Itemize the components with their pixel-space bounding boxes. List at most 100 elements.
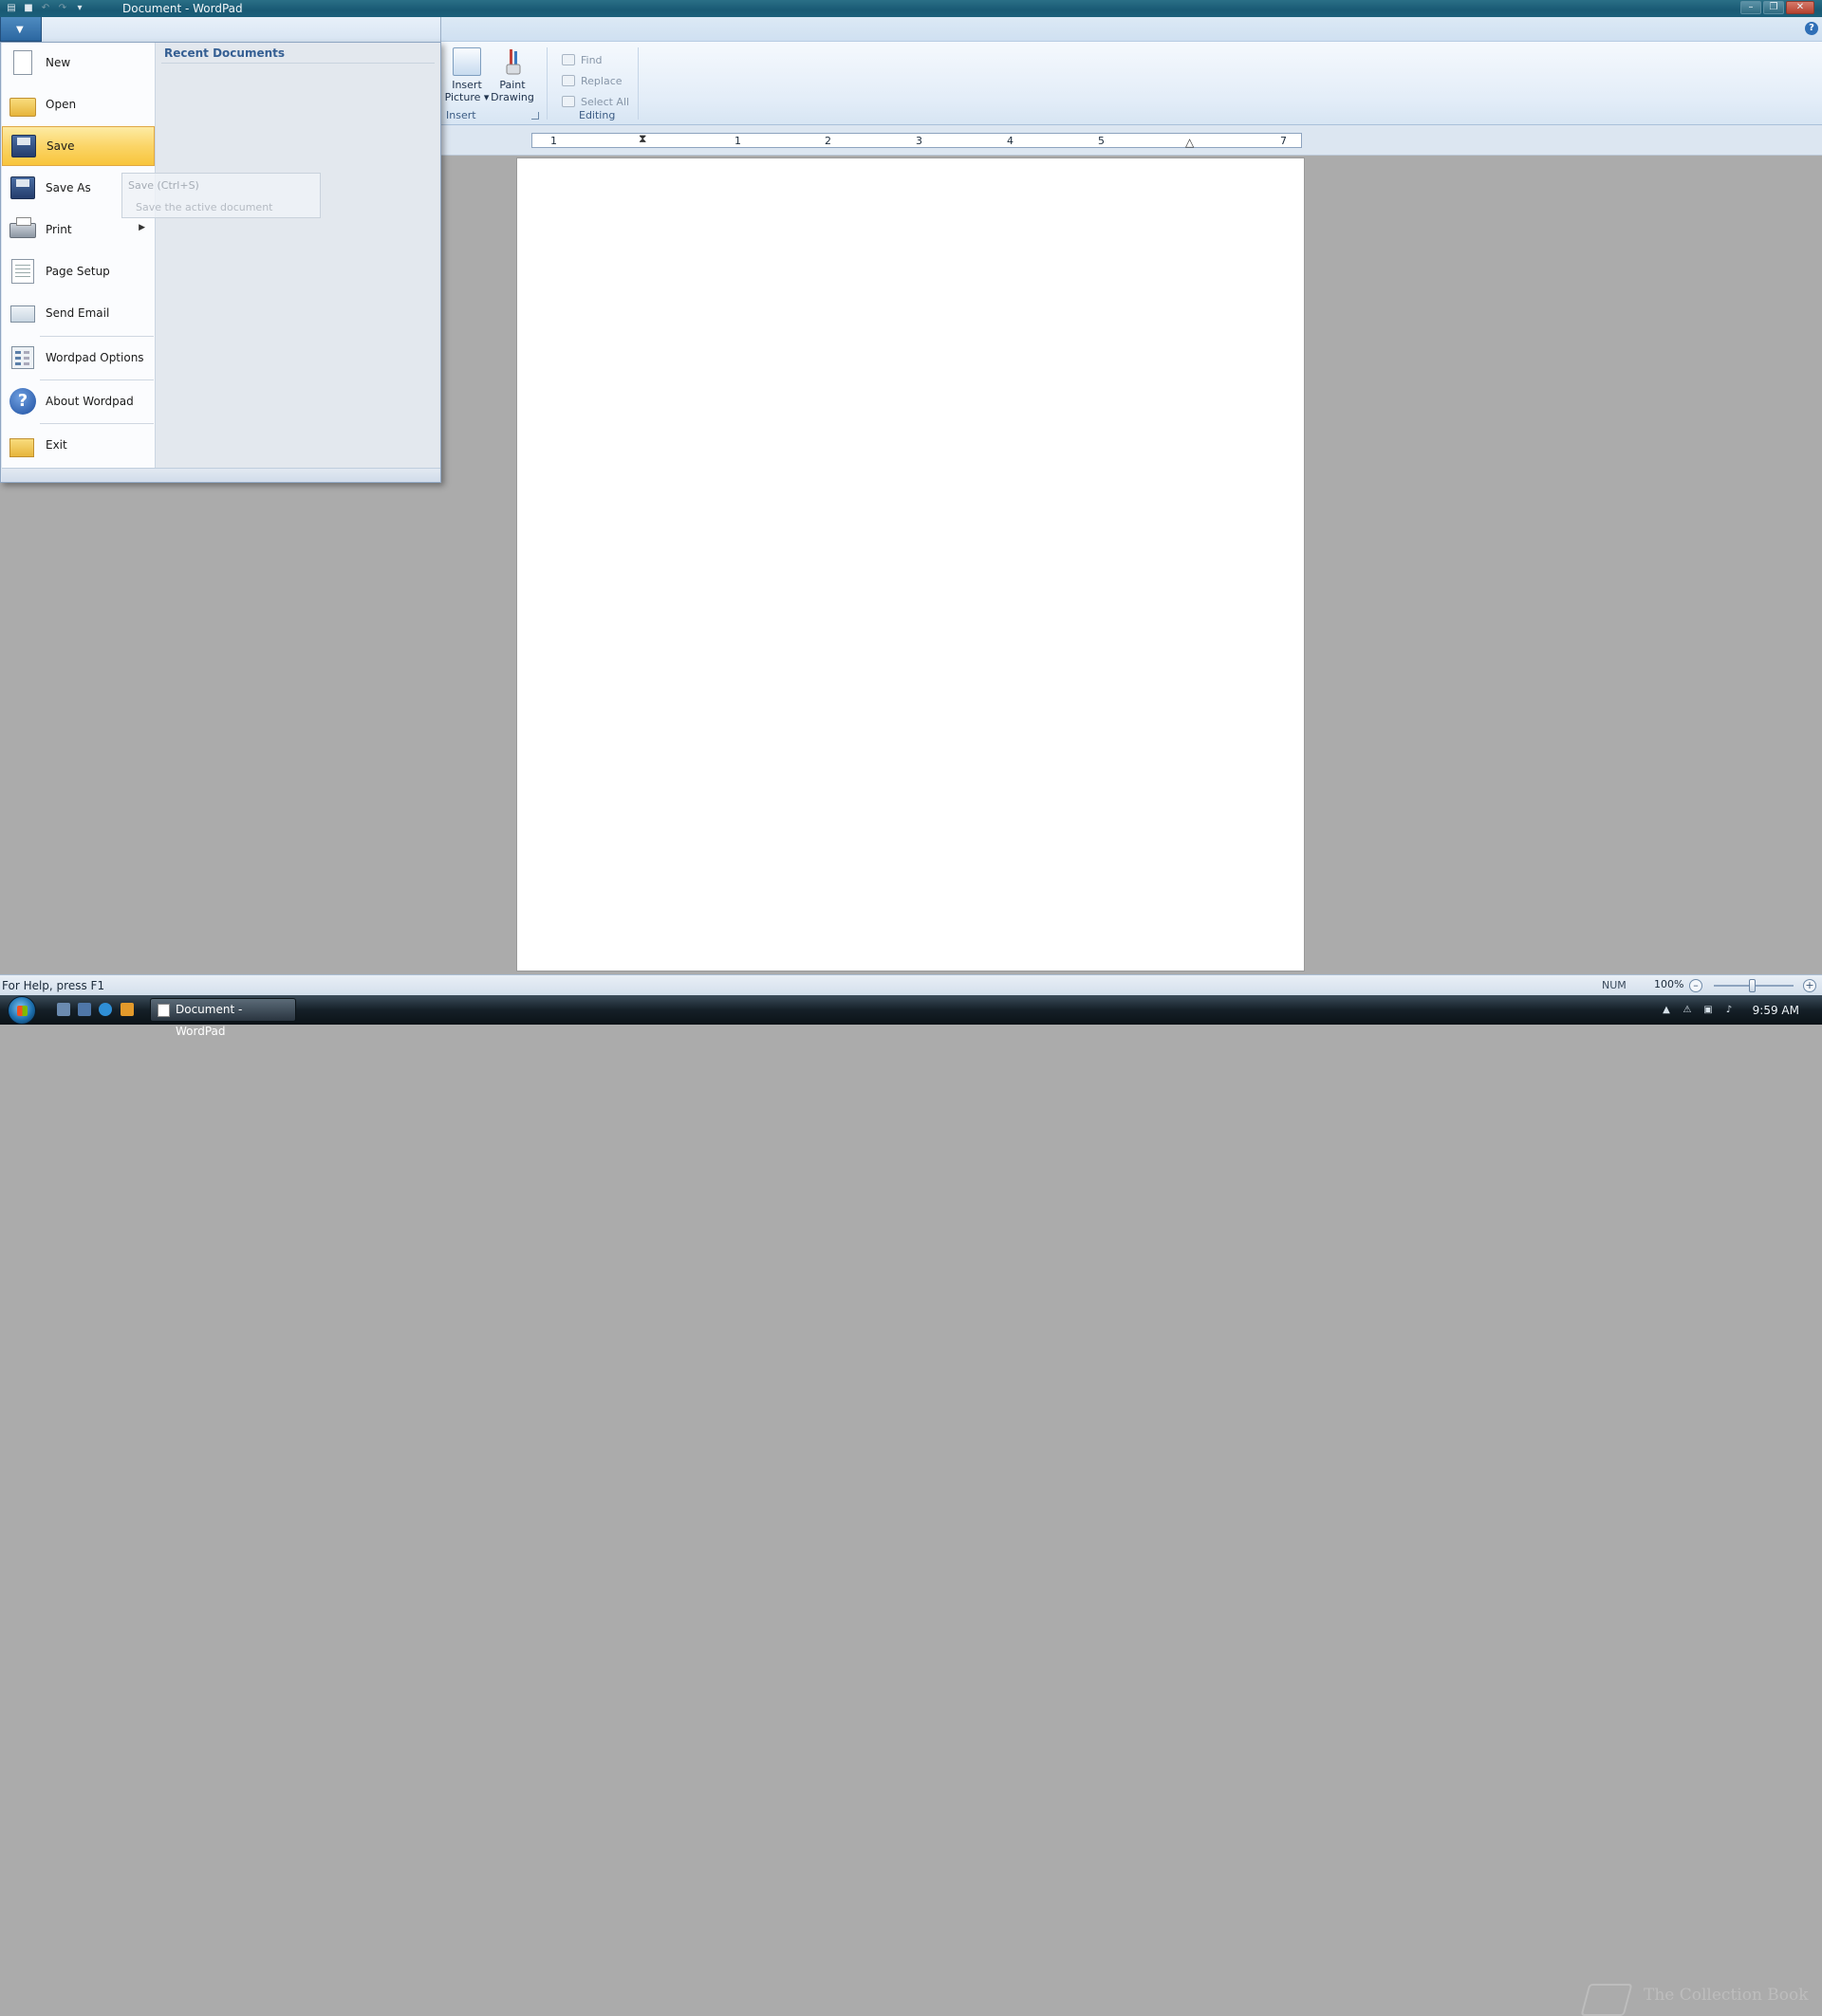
menu-item-label: Page Setup [46,265,110,278]
submenu-arrow-icon: ▶ [139,223,145,232]
indent-marker-icon[interactable]: ⧗ [639,132,646,146]
menu-item-wordpad-options[interactable]: Wordpad Options [2,338,155,378]
tray-expand-icon[interactable]: ▲ [1661,1005,1672,1016]
ruler-number: 1 [734,135,741,147]
warning-icon[interactable]: ⚠ [1682,1005,1693,1016]
application-menu-button[interactable]: ▼ [0,17,42,42]
insert-dialog-launcher-icon[interactable] [531,112,539,120]
close-button[interactable]: ✕ [1786,1,1814,14]
menu-separator [40,336,154,337]
help-icon[interactable]: ? [1805,22,1818,35]
menu-item-save[interactable]: Save [2,126,155,166]
picture-icon [453,47,481,76]
replace-button[interactable]: Replace [562,72,623,89]
clock[interactable]: 9:59 AM [1753,1004,1799,1017]
insert-picture-button[interactable]: Insert Picture ▾ [444,47,490,103]
menu-item-label: Send Email [46,306,110,320]
start-button[interactable] [8,996,36,1025]
media-player-icon[interactable] [121,1003,134,1016]
network-icon[interactable]: ▣ [1702,1005,1714,1016]
select-all-label: Select All [581,95,630,108]
ruler[interactable]: 1 1 2 3 4 5 7 ⧗ △ [531,132,1302,149]
paint-drawing-label-2: Drawing [491,91,534,103]
menu-item-label: About Wordpad [46,395,134,408]
document-page[interactable] [516,157,1305,971]
insert-group: Insert Picture ▾ Paint Drawing Insert [442,46,543,123]
replace-label: Replace [581,74,623,87]
group-separator [547,47,548,120]
system-tray: ▲ ⚠ ▣ ♪ 9:59 AM [1632,995,1822,1025]
new-document-icon [8,48,38,77]
wordpad-icon [158,1004,170,1017]
tooltip-title: Save (Ctrl+S) [128,179,199,192]
taskbar-button-label: Document - WordPad [176,1003,243,1038]
menu-item-label: Save As [46,181,91,194]
printer-icon [8,215,38,244]
app-icon[interactable]: ▤ [6,3,17,14]
application-menu: New Open Save Save As Print ▶ Page Setup… [0,42,441,483]
paint-brush-icon [498,47,527,76]
quick-access-toolbar: ▤ ■ ↶ ↷ ▾ [0,0,85,17]
ruler-number: 5 [1098,135,1105,147]
help-icon: ? [8,387,38,416]
save-icon[interactable]: ■ [23,3,34,14]
menu-item-label: Exit [46,438,67,452]
ruler-number: 7 [1280,135,1287,147]
menu-item-open[interactable]: Open [2,84,155,124]
menu-item-label: Save [46,139,75,153]
find-label: Find [581,53,603,66]
status-help-text: For Help, press F1 [2,979,105,992]
save-floppy-icon [9,132,39,160]
ruler-number: 4 [1007,135,1013,147]
recent-documents-title: Recent Documents [164,46,286,60]
ruler-number: 3 [916,135,922,147]
window-title: Document - WordPad [122,2,243,15]
insert-picture-label-1: Insert [452,79,482,91]
dropdown-arrow-icon: ▾ [483,91,490,103]
save-tooltip: Save (Ctrl+S) Save the active document [121,173,321,218]
options-icon [8,343,38,372]
menu-item-new[interactable]: New [2,43,155,83]
replace-icon [562,75,575,86]
exit-icon [8,431,38,459]
zoom-slider-thumb[interactable] [1749,979,1756,992]
switch-windows-icon[interactable] [78,1003,91,1016]
save-as-icon [8,174,38,202]
show-desktop-icon[interactable] [57,1003,70,1016]
watermark-logo-icon [1580,1984,1633,2016]
internet-explorer-icon[interactable] [99,1003,112,1016]
undo-icon[interactable]: ↶ [40,3,51,14]
select-all-button[interactable]: Select All [562,93,629,110]
recent-documents-panel: Recent Documents [156,43,440,468]
watermark-text: The Collection Book [1644,1986,1809,2005]
application-menu-footer [2,468,440,482]
menu-item-about-wordpad[interactable]: ? About Wordpad [2,381,155,421]
menu-item-label: New [46,56,71,69]
insert-group-label: Insert [446,109,476,121]
menu-item-label: Open [46,98,77,111]
ruler-number: 2 [825,135,831,147]
redo-icon[interactable]: ↷ [57,3,68,14]
zoom-out-button[interactable]: – [1689,979,1702,992]
page-setup-icon [8,257,38,286]
restore-button[interactable]: ❐ [1763,1,1784,14]
minimize-button[interactable]: – [1740,1,1761,14]
application-menu-commands: New Open Save Save As Print ▶ Page Setup… [2,43,156,468]
menu-item-send-email[interactable]: Send Email [2,293,155,333]
menu-item-page-setup[interactable]: Page Setup [2,251,155,291]
status-bar: For Help, press F1 NUM 100% – + [0,974,1822,995]
right-indent-marker-icon[interactable]: △ [1185,136,1194,149]
paint-drawing-button[interactable]: Paint Drawing [490,47,535,103]
num-lock-indicator: NUM [1602,979,1627,991]
group-separator [638,47,639,120]
taskbar-wordpad-button[interactable]: Document - WordPad [150,998,296,1038]
title-bar: ▤ ■ ↶ ↷ ▾ Document - WordPad – ❐ ✕ [0,0,1822,17]
chevron-down-icon: ▼ [16,25,24,35]
find-button[interactable]: Find [562,51,603,68]
zoom-in-button[interactable]: + [1803,979,1816,992]
taskbar: Document - WordPad The Collection Book ▲… [0,995,1822,2016]
window-controls: – ❐ ✕ [1740,1,1814,14]
volume-icon[interactable]: ♪ [1723,1005,1735,1016]
customize-icon[interactable]: ▾ [74,3,85,14]
menu-item-exit[interactable]: Exit [2,425,155,465]
